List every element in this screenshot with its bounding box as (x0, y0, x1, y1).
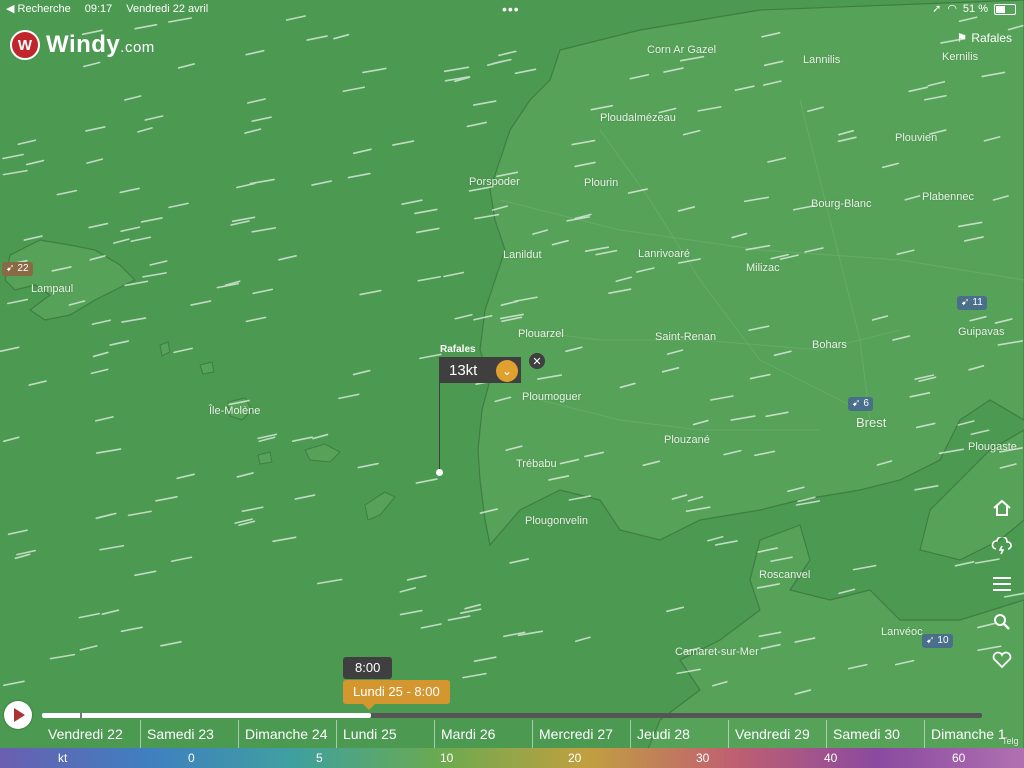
place-label: Lampaul (31, 283, 74, 295)
wind-station[interactable]: ➹ 6 (848, 397, 873, 411)
menu-icon[interactable] (990, 574, 1014, 594)
place-label: Plouarzel (518, 328, 564, 340)
timeline-now-marker (80, 713, 82, 718)
picker-location-dot[interactable] (436, 469, 443, 476)
place-label: Trébabu (516, 458, 557, 470)
date-bubble[interactable]: Lundi 25 - 8:00 (343, 680, 450, 710)
back-to-search[interactable]: ◀ Recherche (6, 0, 71, 18)
location-icon: ➚ (932, 3, 942, 15)
place-label: Plourin (584, 177, 619, 189)
place-label: Plabennec (922, 191, 974, 203)
place-label: Plougaste (968, 441, 1017, 453)
close-icon[interactable]: ✕ (529, 353, 545, 369)
scale-tick: 40 (824, 751, 838, 765)
picker-value-box[interactable]: 13kt ⌄ (439, 357, 521, 383)
place-label: Lanvéoc (881, 626, 923, 638)
map-canvas[interactable] (0, 0, 1024, 768)
place-label: Camaret-sur-Mer (675, 646, 759, 658)
layer-label: Rafales (971, 31, 1012, 45)
place-label: Bourg-Blanc (811, 198, 872, 210)
place-label: Milizac (746, 262, 780, 274)
place-label: Corn Ar Gazel (647, 44, 717, 56)
timeline-progress[interactable] (42, 713, 371, 718)
picker-value: 13kt (449, 361, 478, 379)
wind-color-scale[interactable]: kt 0 5 10 20 30 40 60 (0, 748, 1024, 768)
search-icon[interactable] (990, 612, 1014, 632)
day-label[interactable]: Dimanche 1 (924, 720, 1022, 748)
wind-station[interactable]: ➹ 22 (2, 262, 33, 276)
multitask-dots-icon[interactable]: ••• (502, 0, 520, 18)
cloud-lightning-icon[interactable] (990, 536, 1014, 556)
place-label: Lanildut (503, 249, 542, 261)
place-label: Saint-Renan (655, 331, 717, 343)
day-label[interactable]: Samedi 30 (826, 720, 924, 748)
scale-tick: 5 (316, 751, 323, 765)
place-label: Brest (856, 415, 887, 430)
day-label[interactable]: Dimanche 24 (238, 720, 336, 748)
chevron-down-icon[interactable]: ⌄ (496, 360, 518, 382)
day-label[interactable]: Vendredi 22 (42, 720, 140, 748)
wind-station[interactable]: ➹ 10 (922, 634, 953, 648)
place-label: Plouzané (664, 434, 710, 446)
scale-tick: 60 (952, 751, 966, 765)
windy-logo[interactable]: W Windy.com (10, 30, 155, 60)
wifi-icon: ◠ (947, 3, 957, 15)
timeline-track[interactable] (42, 713, 982, 718)
scale-tick: 30 (696, 751, 710, 765)
time-bubble: 8:00 (343, 657, 393, 679)
place-label: Lannilis (803, 54, 841, 66)
wind-arrow-icon: ➹ (926, 635, 935, 646)
heart-icon[interactable] (990, 650, 1014, 670)
day-label[interactable]: Jeudi 28 (630, 720, 728, 748)
wind-arrow-icon: ➹ (852, 398, 861, 409)
day-label[interactable]: Lundi 25 (336, 720, 434, 748)
day-label[interactable]: Vendredi 29 (728, 720, 826, 748)
play-icon (14, 708, 25, 722)
picker-stem (439, 383, 440, 471)
right-toolbar (990, 498, 1014, 670)
status-date: Vendredi 22 avril (126, 3, 209, 15)
day-label[interactable]: Samedi 23 (140, 720, 238, 748)
wind-arrow-icon: ➹ (961, 297, 970, 308)
scale-tick: 10 (440, 751, 454, 765)
place-label: Porspoder (469, 176, 520, 188)
clock: 09:17 (84, 3, 113, 15)
place-label: Ploudalmézeau (600, 112, 676, 124)
windy-logo-icon: W (10, 30, 40, 60)
play-button[interactable] (4, 701, 32, 729)
scale-tick: 0 (188, 751, 195, 765)
home-icon[interactable] (990, 498, 1014, 518)
place-label: Plougonvelin (525, 515, 588, 527)
day-label[interactable]: Mercredi 27 (532, 720, 630, 748)
scale-tick: 20 (568, 751, 582, 765)
logo-suffix: .com (120, 39, 155, 56)
flag-icon: ⚑ (956, 31, 968, 45)
layer-indicator[interactable]: ⚑ Rafales (957, 31, 1012, 45)
status-bar: ◀ Recherche 09:17 Vendredi 22 avril ••• … (0, 0, 1024, 18)
place-label: Guipavas (958, 326, 1005, 338)
day-label[interactable]: Mardi 26 (434, 720, 532, 748)
battery-percent: 51 % (962, 3, 988, 15)
wind-arrow-icon: ➹ (6, 263, 15, 274)
place-label: Plouvien (895, 132, 938, 144)
picker-layer-label: Rafales (440, 344, 476, 355)
wind-station[interactable]: ➹ 11 (957, 296, 987, 310)
place-label: Bohars (812, 339, 847, 351)
scale-unit: kt (58, 751, 68, 765)
place-label: Roscanvel (759, 569, 811, 581)
logo-name: Windy (46, 31, 121, 58)
place-label: Île-Molène (209, 405, 261, 417)
timeline-days: Vendredi 22 Samedi 23 Dimanche 24 Lundi … (42, 720, 1024, 748)
place-label: Kernilis (942, 51, 979, 63)
battery-icon (994, 3, 1016, 15)
place-label: Lanrivoaré (638, 248, 690, 260)
place-label: Ploumoguer (522, 391, 582, 403)
